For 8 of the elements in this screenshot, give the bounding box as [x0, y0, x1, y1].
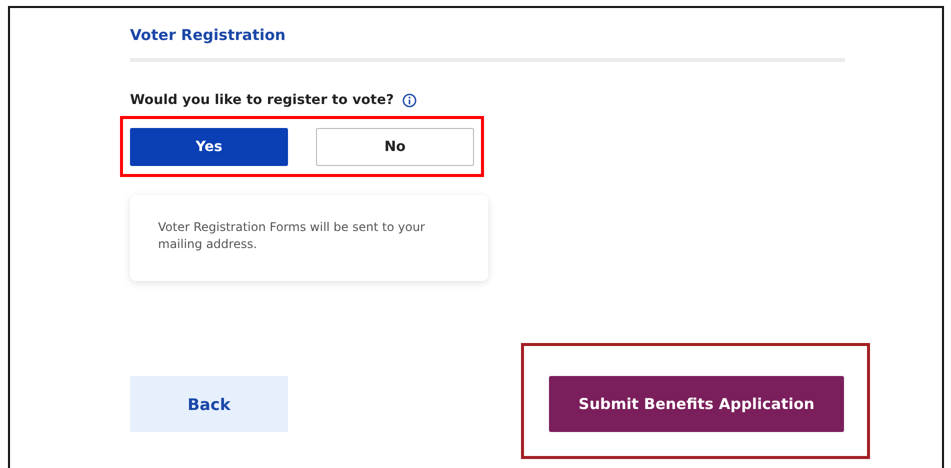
option-button[interactable]: No: [316, 128, 474, 166]
back-button[interactable]: Back: [130, 376, 288, 432]
info-icon[interactable]: [402, 92, 417, 108]
section-title: Voter Registration: [130, 26, 287, 44]
info-note: Voter Registration Forms will be sent to your mailing address.: [130, 195, 488, 281]
question-label: Would you like to register to vote?: [130, 92, 394, 108]
option-button[interactable]: Yes: [130, 128, 288, 166]
submit-button[interactable]: Submit Benefits Application: [549, 376, 844, 432]
